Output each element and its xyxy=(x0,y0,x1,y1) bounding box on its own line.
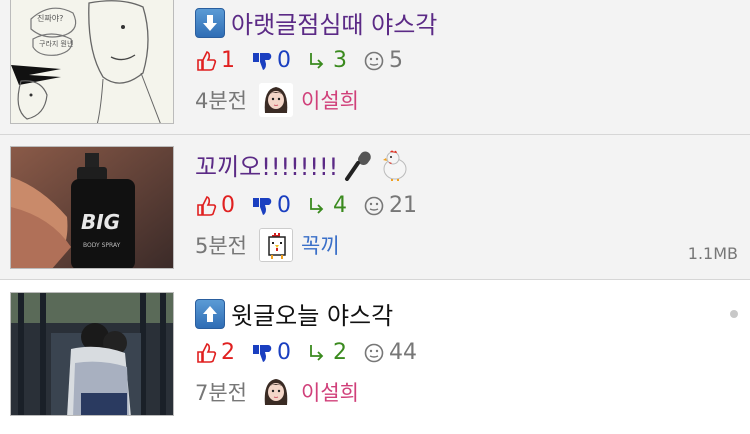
post-row[interactable]: 윗글오늘 야스각 2 0 2 44 7분전 이설희 xyxy=(0,280,750,434)
post-title-text: 윗글오늘 야스각 xyxy=(231,302,394,330)
post-title-text: 꼬끼오!!!!!!!! xyxy=(195,153,339,181)
up-arrow-icon xyxy=(195,298,225,329)
post-title[interactable]: 아랫글점심때 야스각 xyxy=(195,5,437,40)
dislike-count[interactable]: 0 xyxy=(251,340,291,365)
reply-arrow-icon xyxy=(310,344,324,361)
new-indicator-dot xyxy=(730,310,738,318)
dislike-count[interactable]: 0 xyxy=(251,48,291,73)
thumbs-down-icon xyxy=(253,197,272,215)
post-time: 5분전 xyxy=(195,234,248,258)
post-thumbnail[interactable] xyxy=(10,292,174,416)
svg-text:진짜야?: 진짜야? xyxy=(37,13,63,23)
post-title[interactable]: 꼬끼오!!!!!!!! xyxy=(195,147,410,182)
author-name[interactable]: 꼭끼 xyxy=(301,230,340,260)
reply-count[interactable]: 4 xyxy=(307,193,347,218)
thumbs-up-icon xyxy=(197,342,217,363)
reply-count[interactable]: 2 xyxy=(307,340,347,365)
chicken-icon xyxy=(380,149,410,181)
post-meta: 4분전 이설희 xyxy=(195,83,359,117)
post-time: 7분전 xyxy=(195,381,248,405)
svg-text:구라지 뭔년: 구라지 뭔년 xyxy=(39,39,73,48)
svg-text:BODY SPRAY: BODY SPRAY xyxy=(83,242,121,249)
post-row[interactable]: BIG BODY SPRAY 꼬끼오!!!!!!!! 0 0 4 21 5분전 … xyxy=(0,135,750,280)
post-stats: 2 0 2 44 xyxy=(195,340,433,365)
like-count[interactable]: 1 xyxy=(195,48,235,73)
thumbs-down-icon xyxy=(253,52,272,70)
post-meta: 5분전 꼭끼 xyxy=(195,228,340,262)
girl-avatar-icon[interactable] xyxy=(259,83,294,117)
smiley-icon xyxy=(364,51,384,70)
post-title[interactable]: 윗글오늘 야스각 xyxy=(195,296,393,331)
thumbs-up-icon xyxy=(197,195,217,216)
view-count: 44 xyxy=(363,340,417,365)
post-list: 진짜야? 구라지 뭔년 아랫글점심때 야스각 1 0 3 5 4분전 이설희 B… xyxy=(0,0,750,434)
down-arrow-icon xyxy=(195,7,225,38)
thumbs-down-icon xyxy=(253,344,272,362)
attachment-size: 1.1MB xyxy=(687,244,738,263)
post-title-text: 아랫글점심때 야스각 xyxy=(231,11,438,39)
like-count[interactable]: 0 xyxy=(195,193,235,218)
post-thumbnail[interactable]: 진짜야? 구라지 뭔년 xyxy=(10,0,174,124)
view-count: 5 xyxy=(363,48,403,73)
reply-count[interactable]: 3 xyxy=(307,48,347,73)
dislike-count[interactable]: 0 xyxy=(251,193,291,218)
post-thumbnail[interactable]: BIG BODY SPRAY xyxy=(10,146,174,269)
thumbs-up-icon xyxy=(197,50,217,71)
girl-avatar-icon[interactable] xyxy=(259,375,294,409)
post-stats: 1 0 3 5 xyxy=(195,48,419,73)
post-meta: 7분전 이설희 xyxy=(195,375,359,409)
chicken-avatar-icon[interactable] xyxy=(259,228,294,262)
post-stats: 0 0 4 21 xyxy=(195,193,433,218)
svg-text:BIG: BIG xyxy=(81,210,120,234)
smiley-icon xyxy=(364,343,384,362)
microphone-icon xyxy=(344,149,374,181)
post-time: 4분전 xyxy=(195,89,248,113)
reply-arrow-icon xyxy=(310,197,324,214)
author-name[interactable]: 이설희 xyxy=(301,85,359,115)
author-name[interactable]: 이설희 xyxy=(301,377,359,407)
smiley-icon xyxy=(364,196,384,215)
reply-arrow-icon xyxy=(310,52,324,69)
like-count[interactable]: 2 xyxy=(195,340,235,365)
post-row[interactable]: 진짜야? 구라지 뭔년 아랫글점심때 야스각 1 0 3 5 4분전 이설희 xyxy=(0,0,750,135)
view-count: 21 xyxy=(363,193,417,218)
